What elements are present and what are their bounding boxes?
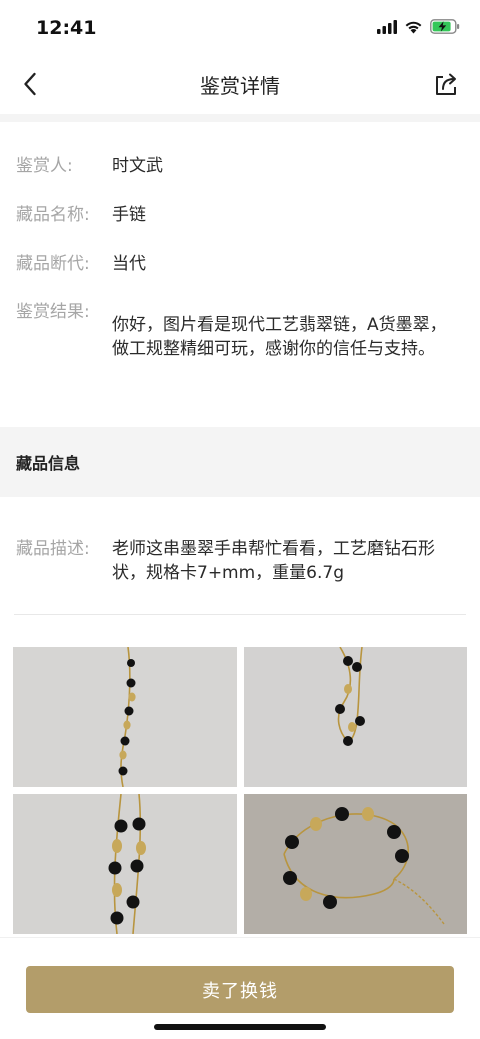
- section-title: 藏品信息: [16, 454, 81, 473]
- bracelet-photo-1[interactable]: [13, 647, 237, 787]
- description-label: 藏品描述:: [16, 539, 90, 559]
- wifi-icon: [405, 21, 422, 33]
- sell-button[interactable]: 卖了换钱: [26, 966, 454, 1013]
- status-time: 12:41: [36, 17, 97, 39]
- item-name-value: 手链: [112, 205, 146, 225]
- item-period-row: 藏品断代: 当代: [16, 252, 466, 276]
- appraisal-result-value: 你好，图片看是现代工艺翡翠链，A货墨翠，做工规整精细可玩，感谢你的信任与支持。: [112, 315, 447, 359]
- item-period-label: 藏品断代:: [16, 254, 90, 274]
- bracelet-photo-2[interactable]: [244, 647, 467, 787]
- description-value: 老师这串墨翠手串帮忙看看，工艺磨钻石形状，规格卡7+mm，重量6.7g: [112, 539, 435, 583]
- divider: [14, 614, 466, 615]
- status-icons: [377, 19, 460, 34]
- header-divider: [0, 114, 480, 122]
- page-title: 鉴赏详情: [200, 74, 280, 98]
- cellular-signal-icon: [377, 19, 397, 34]
- bracelet-image: [13, 794, 237, 934]
- appraiser-label: 鉴赏人:: [16, 156, 73, 176]
- appraiser-row: 鉴赏人: 时文武: [16, 154, 466, 178]
- share-icon: [436, 73, 456, 95]
- appraisal-result-row: 鉴赏结果: 你好，图片看是现代工艺翡翠链，A货墨翠，做工规整精细可玩，感谢你的信…: [16, 300, 466, 361]
- bracelet-image: [244, 647, 467, 787]
- bracelet-image: [244, 794, 467, 934]
- item-name-label: 藏品名称:: [16, 205, 90, 225]
- bracelet-photo-3[interactable]: [13, 794, 237, 934]
- bracelet-image: [13, 647, 237, 787]
- bracelet-photo-4[interactable]: [244, 794, 467, 934]
- appraisal-result-label: 鉴赏结果:: [16, 302, 90, 322]
- appraiser-value: 时文武: [112, 156, 163, 176]
- bottom-bar: 卖了换钱: [0, 937, 480, 1039]
- home-indicator: [154, 1024, 326, 1030]
- collection-info-header: 藏品信息: [0, 427, 480, 497]
- battery-charging-icon: [430, 19, 460, 34]
- status-bar: 12:41: [0, 0, 480, 56]
- description-row: 藏品描述: 老师这串墨翠手串帮忙看看，工艺磨钻石形状，规格卡7+mm，重量6.7…: [16, 537, 466, 585]
- nav-bar: 鉴赏详情: [0, 56, 480, 114]
- share-button[interactable]: [432, 70, 460, 98]
- item-name-row: 藏品名称: 手链: [16, 203, 466, 227]
- item-period-value: 当代: [112, 254, 146, 274]
